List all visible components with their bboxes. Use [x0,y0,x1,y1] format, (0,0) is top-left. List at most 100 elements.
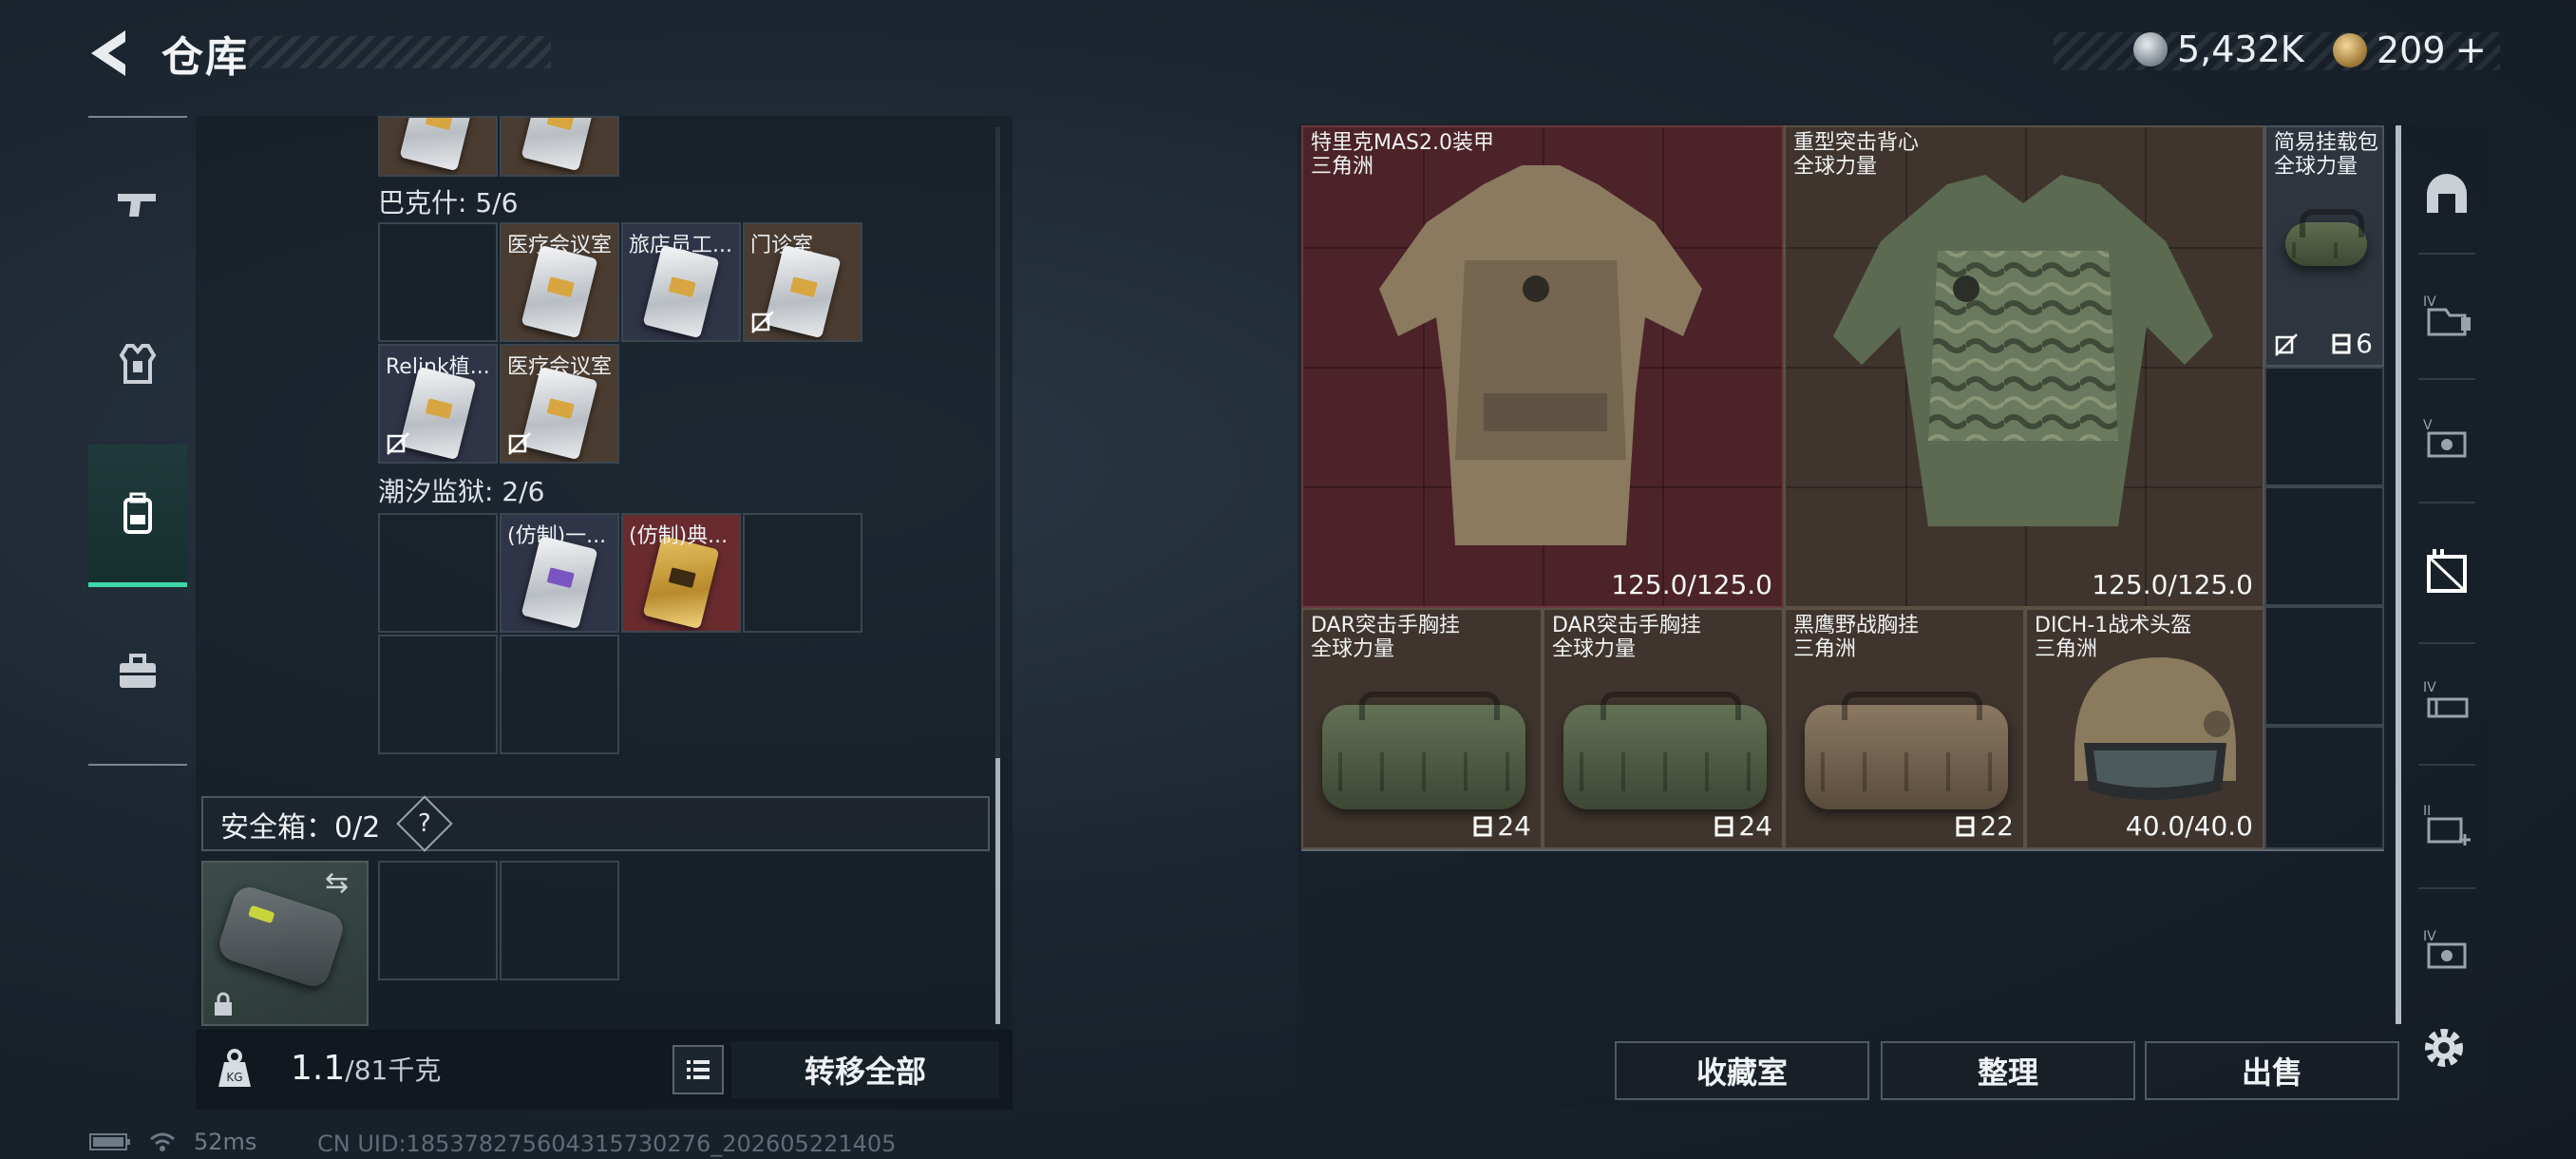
storage-slot[interactable] [500,116,619,177]
group-label-tide-prison: 潮汐监狱: 2/6 [378,476,545,507]
silver-currency[interactable]: 5,432K [2133,28,2304,70]
nav-storage-active[interactable] [2409,540,2485,606]
nav-backpack[interactable] [88,445,187,587]
sort-button[interactable]: 整理 [1881,1041,2135,1100]
no-trade-icon [2275,333,2298,356]
grid-cell-empty[interactable] [2264,486,2384,606]
transfer-all-button[interactable]: 转移全部 [731,1041,999,1098]
status-bar: 52ms [89,1129,256,1155]
storage-slot-empty[interactable] [378,222,498,342]
back-button[interactable] [87,27,135,80]
item-origin: 三角洲 [1311,155,1374,179]
safe-slot-empty[interactable] [500,861,619,980]
help-icon: ? [418,809,431,838]
equipment-item[interactable]: 简易挂载包 全球力量 6 [2264,125,2384,367]
storage-slot[interactable]: (仿制)一... [500,513,619,633]
heavy-vest-icon [1833,175,2213,526]
silver-coin-icon [2133,32,2168,66]
item-name-block: DICH-1战术头盔 三角洲 [2035,614,2191,661]
svg-text:II: II [2423,804,2431,819]
equipment-item[interactable]: 特里克MAS2.0装甲 三角洲 125.0/125.0 [1301,125,1784,608]
storage-slot-empty[interactable] [743,513,862,633]
item-durability: 125.0/125.0 [1611,569,1772,600]
item-name: 特里克MAS2.0装甲 [1311,131,1494,155]
list-view-button[interactable] [672,1045,724,1094]
collection-room-button[interactable]: 收藏室 [1615,1041,1869,1100]
keycard-icon [764,244,842,339]
equipment-item[interactable]: DAR突击手胸挂 全球力量 24 [1543,608,1784,849]
nav-toolbox[interactable] [88,600,187,743]
item-name-block: 简易挂载包 全球力量 [2274,131,2378,179]
nav-storage-iv-case[interactable]: IV [2409,918,2485,984]
grid-cell-empty[interactable] [2264,606,2384,726]
keycard-icon [642,535,720,630]
toolbox-icon [120,654,156,688]
storage-slot[interactable]: 医疗会议室 [500,222,619,342]
nav-storage-iv-rack[interactable]: IV [2409,669,2485,735]
storage-slot[interactable]: Relink植... [378,344,498,464]
equipment-item[interactable]: 黑鹰野战胸挂 三角洲 22 [1784,608,2025,849]
equipment-scrollbar[interactable] [2396,125,2401,1024]
grid-cell-empty[interactable] [2264,367,2384,486]
grid-cell-empty[interactable] [2264,726,2384,849]
add-gold-button[interactable]: + [2455,28,2488,72]
capacity-icon [1473,816,1492,836]
keycard-icon [399,366,477,461]
swap-icon[interactable]: ⇆ [325,866,349,900]
item-capacity: 24 [1472,810,1531,842]
pouch-icon [2285,209,2367,266]
nav-storage-ii-add[interactable]: II [2409,792,2485,859]
storage-slot[interactable]: 医疗会议室 [500,344,619,464]
svg-text:IV: IV [2423,929,2436,944]
nav-storage-iv-folder[interactable]: IV [2409,283,2485,350]
keycard-icon [642,244,720,339]
storage-slot-empty[interactable] [378,513,498,633]
gold-coin-icon [2333,33,2367,67]
slot-name: 医疗会议室 [507,355,613,379]
user-uid: CN UID:1853782756043157302​76_2026052214… [317,1130,897,1157]
item-name-block: 重型突击背心 全球力量 [1793,131,1919,179]
item-name-block: 黑鹰野战胸挂 三角洲 [1793,614,1919,661]
chest-rig-icon [1322,692,1525,809]
silver-amount: 5,432K [2177,28,2304,70]
nav-storage-v-case[interactable]: V [2409,407,2485,473]
equipment-item[interactable]: DAR突击手胸挂 全球力量 24 [1301,608,1543,849]
safe-slot-empty[interactable] [378,861,498,980]
case-iv-icon: IV [2423,929,2467,969]
capacity-icon [2332,333,2351,353]
item-count: 22 [1979,810,2014,842]
nav-storage-main[interactable] [2409,160,2485,226]
crate-icon [2427,549,2467,593]
dome-icon [2427,174,2467,213]
gold-currency[interactable]: 209 + [2333,28,2487,72]
storage-slot[interactable] [378,116,498,177]
svg-text:IV: IV [2423,680,2436,695]
no-trade-icon [387,432,409,455]
keycard-icon [521,244,598,339]
sell-button[interactable]: 出售 [2145,1041,2399,1100]
storage-slot-empty[interactable] [378,635,498,754]
storage-slot[interactable]: (仿制)典... [621,513,741,633]
item-origin: 全球力量 [1552,637,1637,661]
chest-rig-icon [1805,692,2008,809]
ping-readout: 52ms [194,1129,257,1155]
svg-text:IV: IV [2423,294,2436,310]
storage-slot-empty[interactable] [500,635,619,754]
weight-current: 1.1 [291,1049,346,1088]
svg-text:KG: KG [226,1071,242,1084]
item-name: 简易挂载包 [2274,131,2379,155]
helmet-icon [2074,657,2236,800]
item-capacity: 24 [1714,810,1772,842]
item-origin: 全球力量 [1311,637,1395,661]
weight-readout: 1.1/81千克 [291,1049,441,1088]
equipment-item[interactable]: 重型突击背心 全球力量 125.0/125.0 [1784,125,2264,608]
storage-scrollbar[interactable] [995,758,1000,1024]
nav-armor[interactable] [88,293,187,435]
settings-gear-icon[interactable] [2418,1022,2470,1074]
storage-slot[interactable]: 门诊室 [743,222,862,342]
nav-weapons[interactable] [88,133,187,276]
group-label-bakhsh: 巴克什: 5/6 [378,187,519,218]
equipment-item[interactable]: DICH-1战术头盔 三角洲 40.0/40.0 [2025,608,2264,849]
slot-name: (仿制)一... [507,524,607,548]
storage-slot[interactable]: 旅店员工... [621,222,741,342]
